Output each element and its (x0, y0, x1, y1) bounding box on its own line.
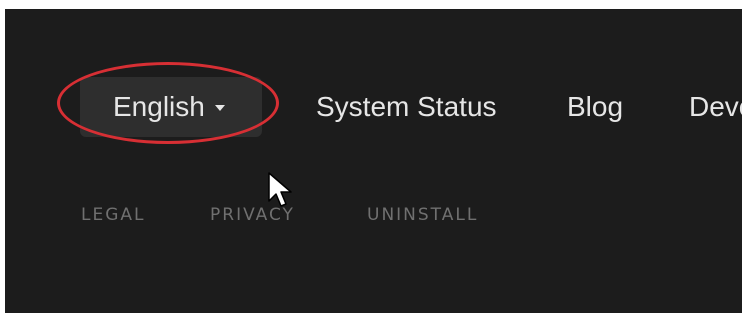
page-footer-region: English System Status Blog Deve LEGAL PR… (5, 9, 742, 313)
nav-link-developers[interactable]: Deve (689, 91, 742, 123)
footer-link-legal[interactable]: LEGAL (81, 205, 146, 225)
nav-link-system-status[interactable]: System Status (316, 91, 497, 123)
caret-down-icon (214, 104, 225, 111)
language-selector-label: English (113, 91, 205, 122)
nav-link-blog[interactable]: Blog (567, 91, 623, 123)
mouse-pointer-icon (268, 172, 292, 207)
footer-link-uninstall[interactable]: UNINSTALL (367, 205, 478, 225)
language-selector-button[interactable]: English (80, 77, 262, 137)
top-nav: English System Status Blog Deve (5, 9, 742, 209)
